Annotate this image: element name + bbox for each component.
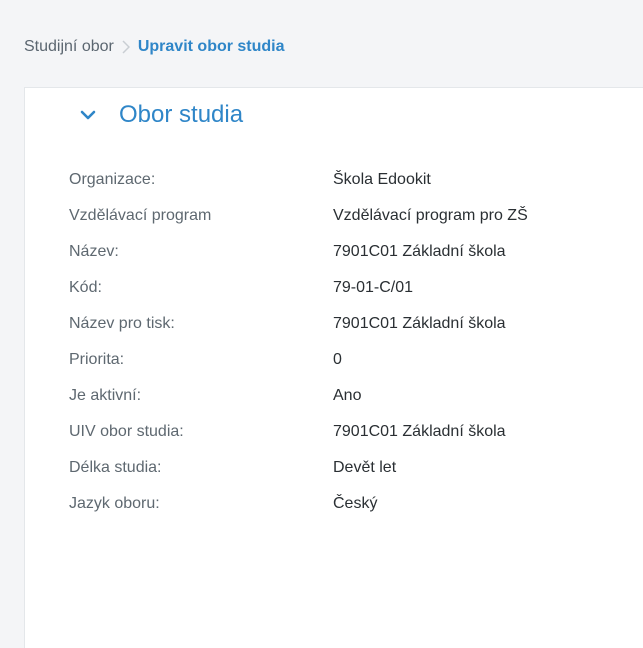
breadcrumb-parent-link[interactable]: Studijní obor (24, 38, 114, 56)
field-row-nazev: Název: 7901C01 Základní škola (69, 234, 528, 270)
field-label: Název: (69, 243, 119, 260)
field-row-priorita: Priorita: 0 (69, 342, 528, 378)
field-value: Český (333, 495, 378, 512)
field-label: Kód: (69, 279, 102, 296)
field-value: Ano (333, 387, 362, 404)
field-row-vzdelavaci-program: Vzdělávací program Vzdělávací program pr… (69, 198, 528, 234)
field-label: Je aktivní: (69, 387, 142, 404)
chevron-down-icon (77, 104, 99, 126)
detail-panel: Obor studia Organizace: Škola Edookit Vz… (24, 87, 643, 648)
field-row-organizace: Organizace: Škola Edookit (69, 162, 528, 198)
field-value: 0 (333, 351, 342, 368)
field-row-nazev-pro-tisk: Název pro tisk: 7901C01 Základní škola (69, 306, 528, 342)
field-row-kod: Kód: 79-01-C/01 (69, 270, 528, 306)
section-title: Obor studia (119, 101, 244, 128)
field-label: Název pro tisk: (69, 315, 175, 332)
breadcrumb-current: Upravit obor studia (137, 38, 285, 55)
field-value: Devět let (333, 459, 397, 476)
field-value: 7901C01 Základní škola (333, 423, 506, 440)
field-label: Priorita: (69, 351, 125, 368)
field-label: Délka studia: (69, 459, 162, 476)
field-row-delka-studia: Délka studia: Devět let (69, 450, 528, 486)
field-value: Škola Edookit (333, 171, 431, 188)
field-row-je-aktivni: Je aktivní: Ano (69, 378, 528, 414)
field-value: 79-01-C/01 (333, 279, 414, 296)
field-list: Organizace: Škola Edookit Vzdělávací pro… (69, 162, 528, 522)
field-value: 7901C01 Základní škola (333, 243, 506, 260)
field-value: 7901C01 Základní škola (333, 315, 506, 332)
field-label: Organizace: (69, 171, 156, 188)
breadcrumb: Studijní obor Upravit obor studia (24, 34, 285, 60)
field-row-uiv-obor-studia: UIV obor studia: 7901C01 Základní škola (69, 414, 528, 450)
section-toggle[interactable]: Obor studia (77, 100, 243, 130)
field-label: UIV obor studia: (69, 423, 184, 440)
field-value: Vzdělávací program pro ZŠ (333, 207, 528, 224)
field-label: Vzdělávací program (69, 207, 212, 224)
chevron-right-icon (122, 40, 130, 54)
field-label: Jazyk oboru: (69, 495, 160, 512)
field-row-jazyk-oboru: Jazyk oboru: Český (69, 486, 528, 522)
